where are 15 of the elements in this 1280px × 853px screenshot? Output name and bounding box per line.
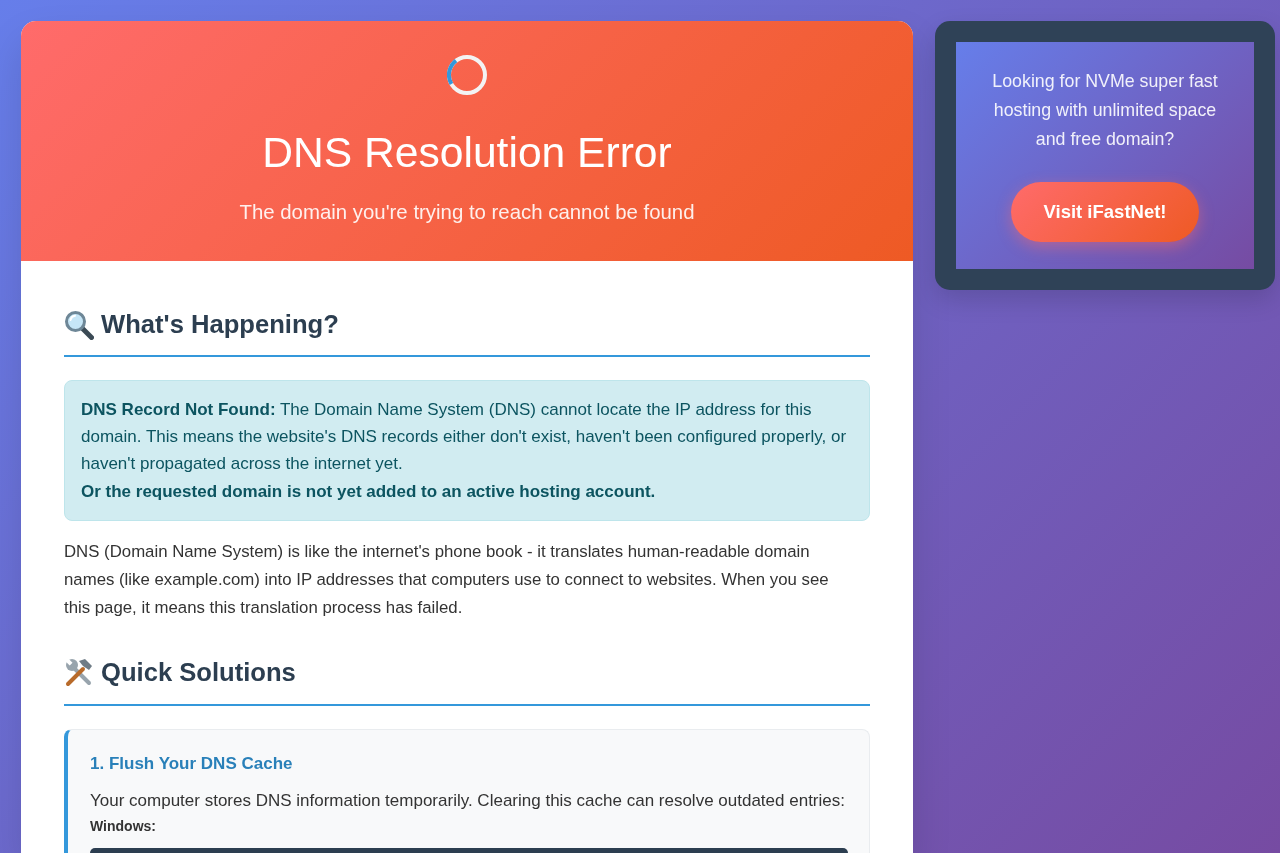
hammer-and-wrench-icon [64,657,94,688]
alert-note: Or the requested domain is not yet added to an active hosting account. [81,480,657,503]
page-title: DNS Resolution Error [261,127,673,177]
magnifier-icon [64,309,94,340]
alert-text: DNS Record Not Found: The Domain Name System (DNS) cannot locate the IP address for this domain. This means the website's DNS records either don't exist, haven't been configured properly, or haven't propagated across the internet yet. [81,399,848,476]
section-heading: Quick Solutions [101,656,296,688]
ad-text: Looking for NVMe super fast hosting with unlimited space and free domain? [991,70,1219,151]
platform-label: Windows: [90,817,157,835]
solution-description: Your computer stores DNS information temporarily. Clearing this cache can resolve outdated entries: [90,789,846,812]
solution-title: 1. Flush Your DNS Cache [90,752,294,775]
explanation-text: DNS (Domain Name System) is like the internet's phone book - it translates human-readable domain names (like example.com) into IP addresses that computers use to connect to websites. When you see this page, it means this translation process has failed. [64,540,830,619]
page-subtitle: The domain you're trying to reach cannot be found [238,200,696,224]
visit-button[interactable]: Visit iFastNet! [1011,182,1199,242]
section-heading: What's Happening? [101,309,339,340]
spinner-icon [447,55,487,95]
